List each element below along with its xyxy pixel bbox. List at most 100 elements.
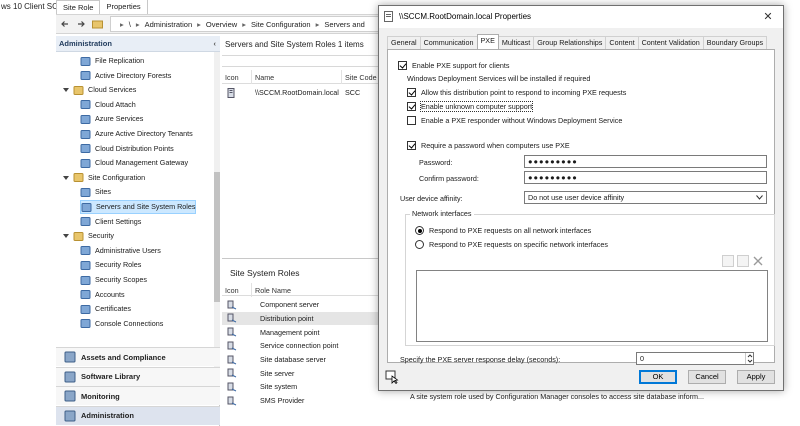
table-row[interactable]: Distribution point [222, 311, 382, 326]
add-interface-icon[interactable] [722, 255, 734, 267]
tab-content[interactable]: Content [605, 36, 639, 49]
tree-item-accounts[interactable]: Accounts [80, 288, 125, 302]
tab-general[interactable]: General [387, 36, 421, 49]
tree-item-azure-active-directory-tenants[interactable]: Azure Active Directory Tenants [80, 127, 193, 141]
tree-item-label: Active Directory Forests [95, 70, 172, 80]
ribbon-tab-site-role[interactable]: Site Role [56, 0, 101, 14]
column-icon[interactable]: Icon [222, 70, 252, 84]
tree-item-file-replication[interactable]: File Replication [80, 54, 144, 68]
spinner-arrows-icon[interactable] [745, 353, 753, 364]
require-password-checkbox[interactable]: Require a password when computers use PX… [407, 141, 570, 150]
breadcrumb-site-configuration[interactable]: Site Configuration [251, 20, 311, 29]
ribbon-tab-properties[interactable]: Properties [100, 0, 148, 14]
tree-item-security[interactable]: Security [62, 229, 114, 243]
azure-services-icon [80, 114, 91, 125]
tree-item-servers-and-site-system-roles[interactable]: Servers and Site System Roles [80, 200, 197, 214]
responder-without-wds-checkbox[interactable]: Enable a PXE responder without Windows D… [407, 116, 622, 125]
tab-boundary-groups[interactable]: Boundary Groups [702, 36, 768, 49]
workspace-software-library[interactable]: Software Library [56, 366, 220, 386]
tab-content-validation[interactable]: Content Validation [637, 36, 704, 49]
respond-specific-interfaces-radio[interactable]: Respond to PXE requests on specific netw… [415, 240, 608, 249]
tree-item-certificates[interactable]: Certificates [80, 302, 131, 316]
forward-button[interactable] [74, 17, 88, 31]
radio-circle [415, 240, 424, 249]
table-row[interactable]: Component server [222, 298, 382, 312]
scrollbar-thumb[interactable] [214, 172, 220, 302]
collapse-chevron-icon[interactable]: ‹ [214, 36, 217, 52]
breadcrumb-servers[interactable]: Servers and [324, 20, 364, 29]
network-interfaces-list[interactable] [416, 270, 768, 342]
workspace-assets-and-compliance[interactable]: Assets and Compliance [56, 347, 220, 366]
tree-item-azure-services[interactable]: Azure Services [80, 112, 143, 126]
dialog-tabs: General Communication PXE Multicast Group Re… [387, 34, 768, 49]
tree-item-administrative-users[interactable]: Administrative Users [80, 244, 161, 258]
tab-communication[interactable]: Communication [419, 36, 478, 49]
delete-interface-icon[interactable] [752, 255, 764, 267]
user-device-affinity-select[interactable]: Do not use user device affinity [524, 191, 767, 204]
role-name: Distribution point [260, 313, 314, 323]
help-pointer-icon[interactable] [385, 370, 399, 384]
close-icon[interactable]: ✕ [761, 10, 775, 24]
table-row[interactable]: SMS Provider [222, 394, 382, 408]
tree-item-sites[interactable]: Sites [80, 185, 111, 199]
breadcrumb-root[interactable]: \ [129, 20, 131, 29]
tree-item-site-configuration[interactable]: Site Configuration [62, 171, 145, 185]
breadcrumb-administration[interactable]: Administration [145, 20, 193, 29]
column-name[interactable]: Name [252, 70, 342, 84]
tree-item-cloud-management-gateway[interactable]: Cloud Management Gateway [80, 156, 188, 170]
tree-item-cloud-services[interactable]: Cloud Services [62, 83, 136, 97]
tree-item-cloud-attach[interactable]: Cloud Attach [80, 98, 136, 112]
workspace-administration[interactable]: Administration [56, 405, 220, 425]
properties-icon [384, 11, 395, 22]
tree-item-label: Security Scopes [95, 275, 147, 284]
tab-pxe[interactable]: PXE [476, 34, 499, 49]
search-bar[interactable] [222, 55, 382, 67]
tree-item-security-roles[interactable]: Security Roles [80, 258, 141, 272]
nav-scrollbar[interactable] [214, 52, 220, 380]
tree-item-cloud-distribution-points[interactable]: Cloud Distribution Points [80, 142, 174, 156]
table-row[interactable]: Site database server [222, 353, 382, 367]
expand-triangle-icon[interactable] [62, 232, 70, 240]
cancel-button[interactable]: Cancel [688, 370, 726, 384]
respond-all-interfaces-radio[interactable]: Respond to PXE requests on all network i… [415, 226, 591, 235]
tree-item-active-directory-forests[interactable]: Active Directory Forests [80, 69, 171, 83]
back-button[interactable] [58, 17, 72, 31]
tree-item-security-scopes[interactable]: Security Scopes [80, 273, 147, 287]
tree-item-label: Client Settings [95, 216, 142, 226]
roles-column-icon[interactable]: Icon [222, 283, 252, 297]
results-title: Servers and Site System Roles 1 items [225, 40, 364, 49]
unknown-computer-checkbox[interactable]: Enable unknown computer support [407, 101, 534, 112]
tree-item-label: Security [88, 231, 114, 241]
table-row[interactable]: Service connection point [222, 339, 382, 353]
column-site-code[interactable]: Site Code [342, 70, 382, 84]
password-field[interactable]: ●●●●●●●●● [524, 155, 767, 168]
table-row[interactable]: \\SCCM.RootDomain.local SCC [222, 86, 382, 99]
tab-multicast[interactable]: Multicast [497, 36, 535, 49]
confirm-password-field[interactable]: ●●●●●●●●● [524, 171, 767, 184]
results-column-headers: Icon Name Site Code [222, 70, 382, 84]
enable-pxe-checkbox[interactable]: Enable PXE support for clients [398, 61, 509, 70]
radio-circle [415, 226, 424, 235]
tab-group-relationships[interactable]: Group Relationships [533, 36, 607, 49]
folder-icon [73, 172, 84, 183]
properties-interface-icon[interactable] [737, 255, 749, 267]
ok-button[interactable]: OK [639, 370, 677, 384]
role-name: Component server [260, 300, 320, 310]
folder-up-icon[interactable] [90, 17, 104, 31]
delay-spinner[interactable]: 0 [636, 352, 754, 365]
site-role-icon [227, 313, 237, 323]
expand-triangle-icon[interactable] [62, 86, 70, 94]
breadcrumb-overview[interactable]: Overview [206, 20, 237, 29]
expand-triangle-icon[interactable] [62, 174, 70, 182]
tree-item-client-settings[interactable]: Client Settings [80, 215, 141, 229]
workspace-monitoring[interactable]: Monitoring [56, 386, 220, 405]
dialog-titlebar[interactable]: \\SCCM.RootDomain.local Properties ✕ [379, 6, 783, 28]
apply-button[interactable]: Apply [737, 370, 775, 384]
table-row[interactable]: Site system [222, 380, 382, 394]
table-row[interactable]: Site server [222, 367, 382, 381]
site-role-icon [227, 300, 237, 310]
allow-respond-checkbox[interactable]: Allow this distribution point to respond… [407, 88, 626, 97]
roles-column-role-name[interactable]: Role Name [252, 283, 382, 297]
table-row[interactable]: Management point [222, 325, 382, 339]
tree-item-console-connections[interactable]: Console Connections [80, 317, 163, 331]
